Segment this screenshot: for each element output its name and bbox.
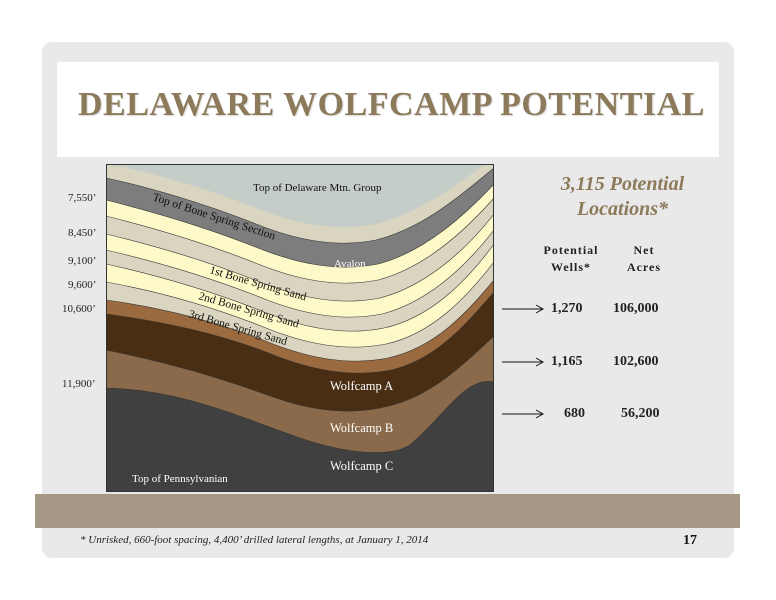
headline-line-1: 3,115 Potential: [560, 173, 685, 195]
column-header-wells: Potential Wells*: [533, 242, 609, 276]
arrow-right-icon: [502, 357, 545, 367]
footnote: * Unrisked, 660-foot spacing, 4,400’ dri…: [80, 534, 429, 546]
slide-title: DELAWARE WOLFCAMP POTENTIAL: [78, 86, 705, 123]
arrow-right-icon: [502, 409, 545, 419]
row-2-acres: 102,600: [613, 354, 659, 369]
label-top-pennsylvanian: Top of Pennsylvanian: [132, 473, 228, 485]
depth-label: 10,600’: [62, 303, 96, 315]
row-3-acres: 56,200: [621, 406, 660, 421]
arrow-right-icon: [502, 304, 545, 314]
column-header-acres: Net Acres: [614, 242, 674, 276]
headline-line-2: Locations*: [576, 198, 669, 220]
column-header-acres-line-2: Acres: [626, 260, 662, 274]
depth-label: 9,100’: [68, 255, 97, 267]
depth-label: 9,600’: [68, 279, 97, 291]
depth-label: 7,550’: [68, 192, 97, 204]
column-header-acres-line-1: Net: [633, 243, 655, 257]
label-wolfcamp-b: Wolfcamp B: [330, 421, 393, 435]
row-2-wells: 1,165: [551, 354, 583, 369]
cross-section-diagram: Top of Delaware Mtn. Group Top of Bone S…: [106, 164, 494, 492]
label-wolfcamp-a: Wolfcamp A: [330, 379, 393, 393]
label-top-delaware: Top of Delaware Mtn. Group: [253, 182, 382, 194]
row-1-wells: 1,270: [551, 301, 583, 316]
column-header-wells-line-1: Potential: [543, 243, 599, 257]
column-header-wells-line-2: Wells*: [550, 260, 591, 274]
page-number: 17: [683, 533, 697, 548]
label-wolfcamp-c: Wolfcamp C: [330, 459, 393, 473]
locations-headline: 3,115 Potential Locations*: [535, 172, 710, 222]
row-3-wells: 680: [564, 406, 585, 421]
row-1-acres: 106,000: [613, 301, 659, 316]
depth-label: 8,450’: [68, 227, 97, 239]
depth-label: 11,900’: [62, 378, 96, 390]
label-avalon: Avalon: [334, 258, 366, 270]
footer-band: [35, 494, 740, 528]
